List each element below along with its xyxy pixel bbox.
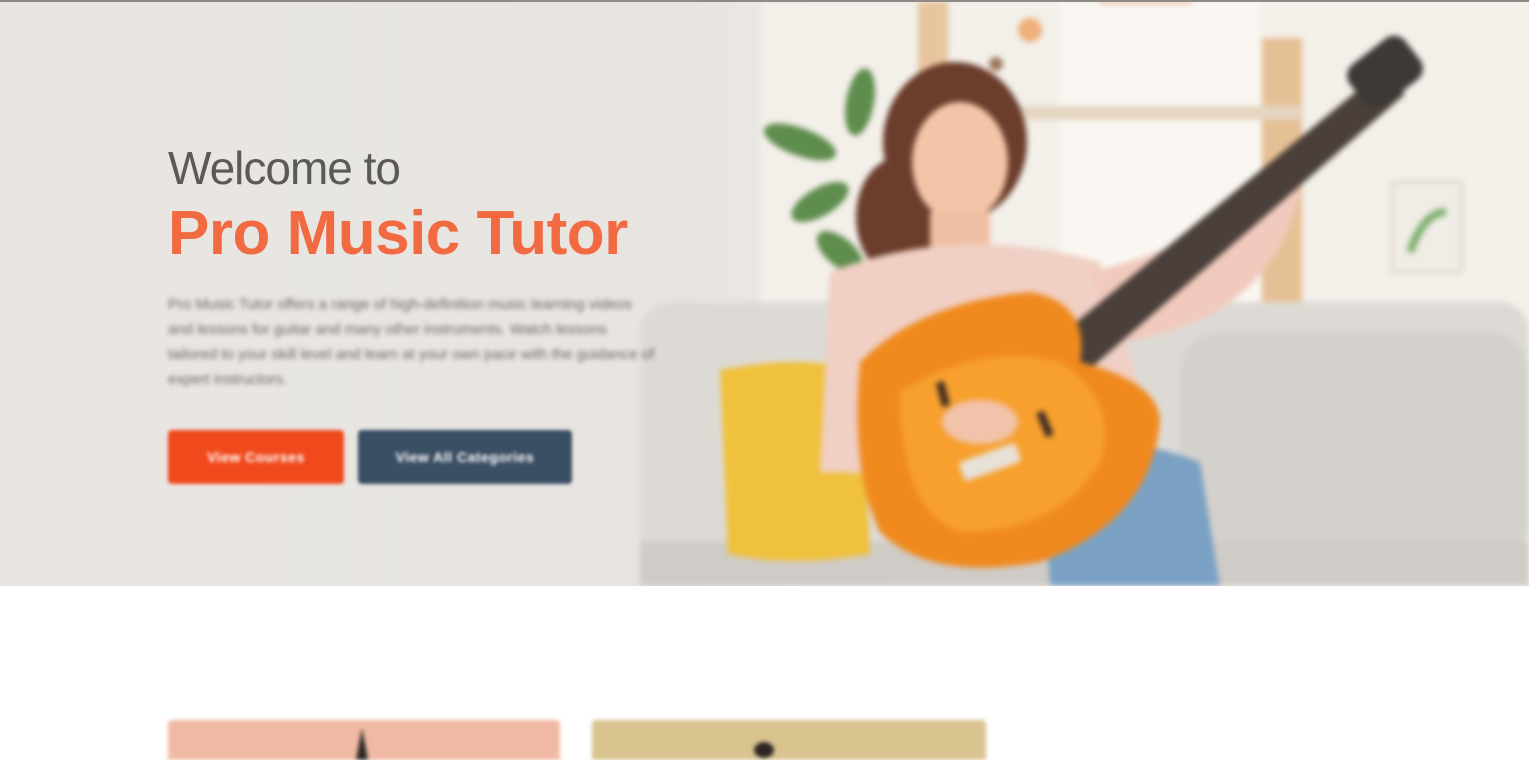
course-card-image [356, 728, 368, 760]
course-card[interactable] [168, 720, 560, 760]
hero-description: Pro Music Tutor offers a range of high-d… [168, 296, 655, 388]
hero-buttons: View Courses View All Categories [168, 430, 572, 484]
hero-text-block: Welcome to Pro Music Tutor Pro Music Tut… [168, 140, 688, 392]
course-cards [0, 720, 1529, 760]
hero-section: Welcome to Pro Music Tutor Pro Music Tut… [0, 2, 1529, 586]
view-courses-button[interactable]: View Courses [168, 430, 344, 484]
course-card[interactable] [592, 720, 986, 760]
hero-welcome: Welcome to [168, 142, 401, 194]
hero-title: Pro Music Tutor [168, 199, 628, 268]
course-card-image [754, 742, 774, 758]
view-categories-button[interactable]: View All Categories [358, 430, 572, 484]
